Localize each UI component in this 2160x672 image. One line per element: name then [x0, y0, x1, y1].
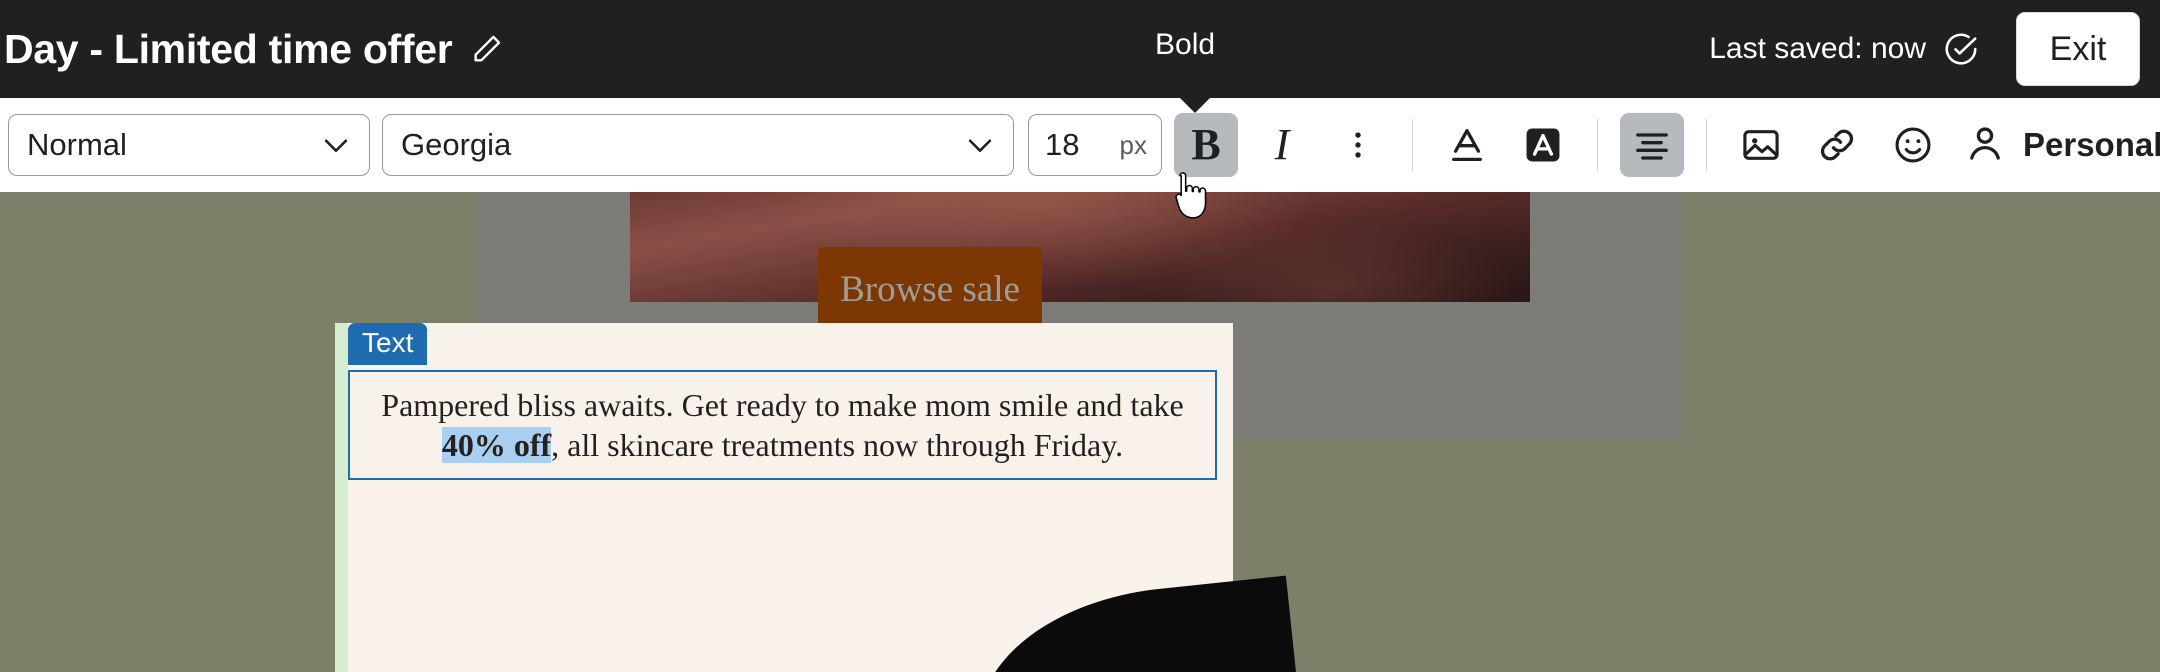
more-options-button[interactable] — [1326, 113, 1390, 177]
chevron-down-icon — [319, 128, 353, 162]
bold-button[interactable]: B — [1174, 113, 1238, 177]
text-block-content[interactable]: Pampered bliss awaits. Get ready to make… — [348, 370, 1217, 480]
paragraph-line-2: 40% off, all skincare treatments now thr… — [441, 425, 1124, 465]
image-icon — [1740, 124, 1782, 166]
highlight-color-button[interactable] — [1511, 113, 1575, 177]
vertical-dots-icon — [1341, 128, 1375, 162]
paragraph-line-1: Pampered bliss awaits. Get ready to make… — [381, 386, 1184, 423]
text-color-A-icon — [1446, 124, 1488, 166]
bold-button-label: B — [1191, 120, 1221, 169]
font-size-value: 18 — [1045, 127, 1080, 162]
insert-image-button[interactable] — [1729, 113, 1793, 177]
hero-image[interactable] — [630, 192, 1530, 302]
font-family-value: Georgia — [401, 127, 512, 162]
paragraph-style-select[interactable]: Normal — [8, 114, 370, 176]
email-page: Browse sale Text Pampered bliss awaits. … — [335, 192, 1682, 672]
font-size-unit: px — [1119, 129, 1147, 160]
align-center-button[interactable] — [1620, 113, 1684, 177]
bold-tooltip: Bold — [1155, 28, 1216, 61]
emoji-smiley-icon — [1892, 124, 1934, 166]
selected-text-highlight[interactable]: 40% off — [441, 427, 552, 463]
text-color-button[interactable] — [1435, 113, 1499, 177]
text-block-hover-frame: Text Pampered bliss awaits. Get ready to… — [335, 323, 1299, 672]
browse-sale-button[interactable]: Browse sale — [818, 247, 1042, 332]
align-center-icon — [1632, 125, 1672, 165]
bold-tooltip-arrow — [1178, 96, 1212, 113]
italic-button-label: I — [1274, 120, 1290, 169]
highlight-color-A-icon — [1522, 124, 1564, 166]
app-header: Day - Limited time offer Last saved: now… — [0, 0, 2160, 98]
chevron-down-icon — [963, 128, 997, 162]
text-block-region: Text Pampered bliss awaits. Get ready to… — [335, 323, 1825, 672]
check-circle-icon — [1942, 30, 1980, 68]
font-family-select[interactable]: Georgia — [382, 114, 1014, 176]
personalization-label: Personalization — [2023, 126, 2160, 163]
header-right-group: Last saved: now Exit — [1709, 0, 2140, 98]
block-type-badge[interactable]: Text — [348, 323, 428, 366]
last-saved-status: Last saved: now — [1709, 32, 1926, 65]
toolbar-divider — [1597, 119, 1598, 171]
paragraph-line-2-rest: , all skincare treatments now through Fr… — [551, 427, 1124, 463]
email-canvas: Browse sale Text Pampered bliss awaits. … — [0, 192, 2160, 672]
exit-button-label: Exit — [2049, 29, 2107, 68]
editor-toolbar: Normal Georgia 18 px B I Personal — [0, 98, 2160, 192]
link-icon — [1816, 124, 1858, 166]
header-title-group: Day - Limited time offer — [4, 26, 504, 73]
paragraph-style-value: Normal — [27, 127, 127, 162]
person-icon — [1963, 121, 2007, 170]
insert-emoji-button[interactable] — [1881, 113, 1945, 177]
italic-button[interactable]: I — [1250, 113, 1314, 177]
font-size-field[interactable]: 18 px — [1028, 114, 1162, 176]
toolbar-divider — [1706, 119, 1707, 171]
page-title: Day - Limited time offer — [4, 25, 453, 72]
pencil-icon[interactable] — [470, 32, 504, 66]
toolbar-divider — [1412, 119, 1413, 171]
personalization-button[interactable]: Personalization — [1963, 121, 2160, 170]
browse-sale-button-label: Browse sale — [840, 269, 1020, 310]
insert-link-button[interactable] — [1805, 113, 1869, 177]
exit-button[interactable]: Exit — [2016, 12, 2140, 86]
